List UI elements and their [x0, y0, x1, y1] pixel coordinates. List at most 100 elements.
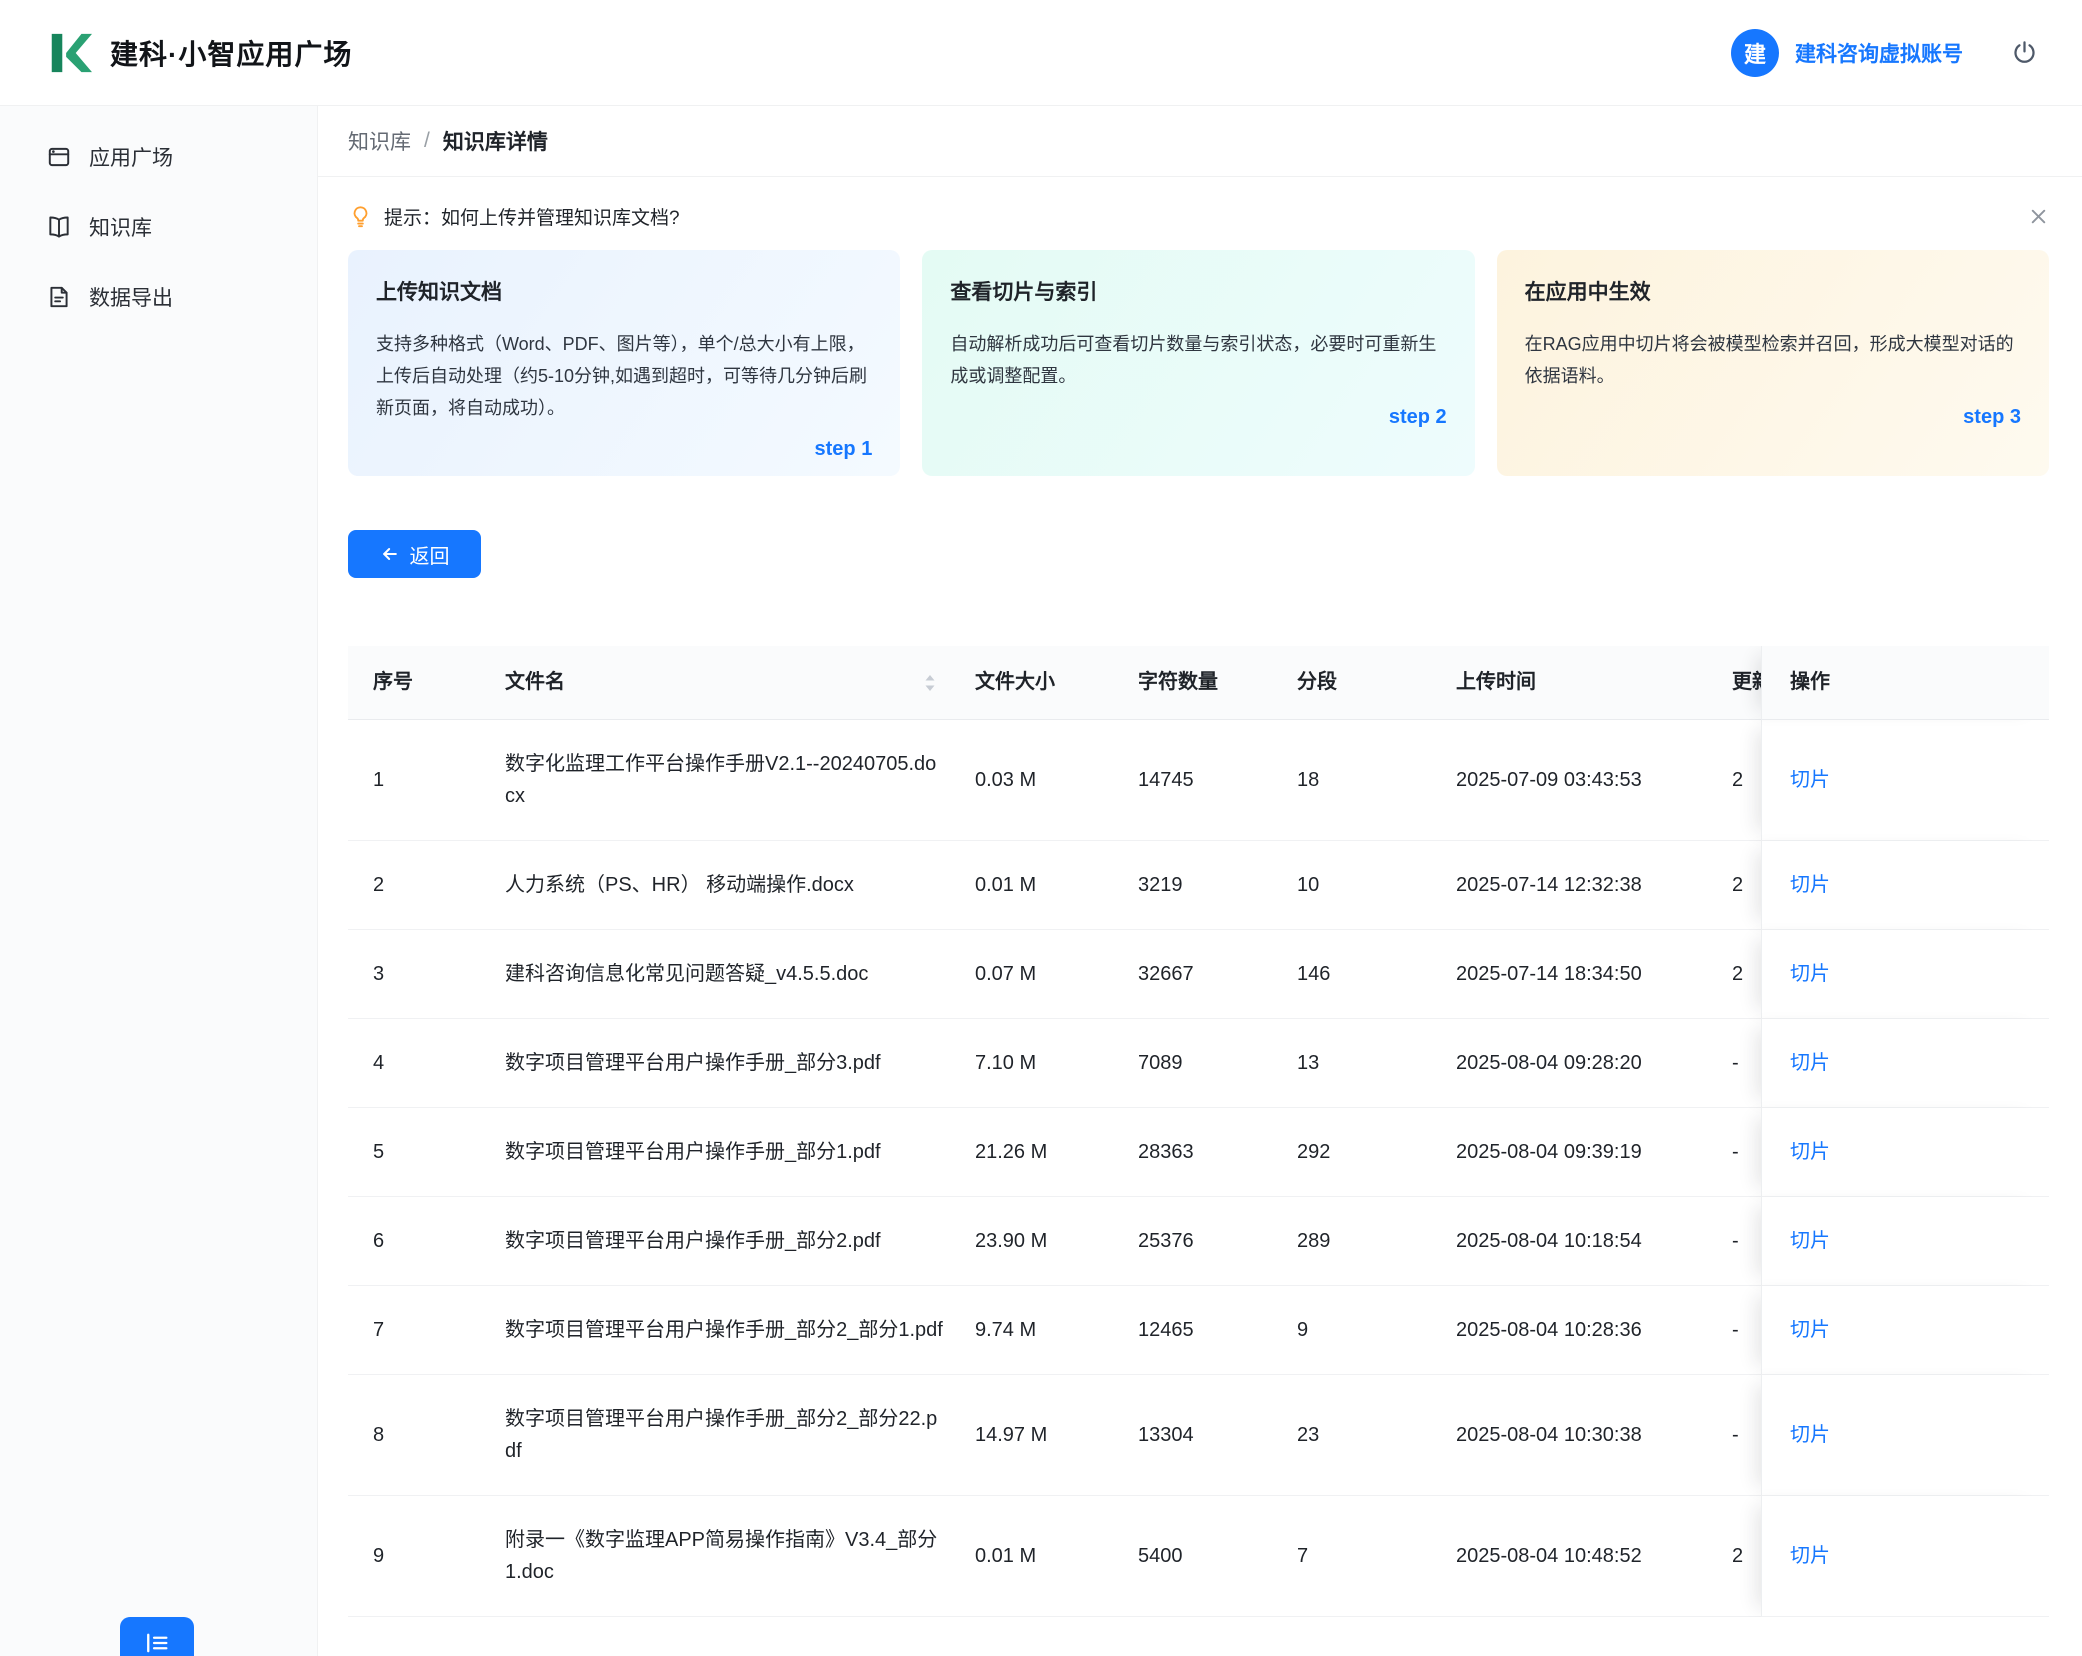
table-row: 4数字项目管理平台用户操作手册_部分3.pdf7.10 M7089132025-…	[348, 1019, 2049, 1108]
sidebar: 应用广场 知识库 数据导出	[0, 106, 318, 1656]
col-segments: 分段	[1281, 646, 1440, 720]
slice-link[interactable]: 切片	[1790, 1052, 1830, 1074]
cell-chars: 5400	[1122, 1496, 1281, 1617]
slice-link[interactable]: 切片	[1790, 1230, 1830, 1252]
cell-chars: 25376	[1122, 1197, 1281, 1286]
step-card-apply: 在应用中生效 在RAG应用中切片将会被模型检索并召回，形成大模型对话的依据语料。…	[1497, 250, 2049, 476]
cell-chars: 13304	[1122, 1375, 1281, 1496]
cell-name: 数字化监理工作平台操作手册V2.1--20240705.docx	[489, 720, 959, 841]
cell-action: 切片	[1761, 1108, 2049, 1197]
documents-table: 序号 文件名	[348, 646, 2049, 1617]
table-row: 8数字项目管理平台用户操作手册_部分2_部分22.pdf14.97 M13304…	[348, 1375, 2049, 1496]
cell-name: 附录一《数字监理APP简易操作指南》V3.4_部分1.doc	[489, 1496, 959, 1617]
sidebar-item-knowledge-base[interactable]: 知识库	[0, 192, 317, 262]
cell-segments: 18	[1281, 720, 1440, 841]
table-body: 1数字化监理工作平台操作手册V2.1--20240705.docx0.03 M1…	[348, 720, 2049, 1617]
sidebar-collapse-button[interactable]	[120, 1617, 194, 1656]
cell-name: 数字项目管理平台用户操作手册_部分2_部分22.pdf	[489, 1375, 959, 1496]
sidebar-item-label: 数据导出	[89, 282, 173, 312]
cell-name: 建科咨询信息化常见问题答疑_v4.5.5.doc	[489, 930, 959, 1019]
avatar[interactable]: 建	[1731, 29, 1779, 77]
step-card-upload: 上传知识文档 支持多种格式（Word、PDF、图片等），单个/总大小有上限，上传…	[348, 250, 900, 476]
col-charcount: 字符数量	[1122, 646, 1281, 720]
slice-link[interactable]: 切片	[1790, 1319, 1830, 1341]
sidebar-item-data-export[interactable]: 数据导出	[0, 262, 317, 332]
tip-banner: 提示：如何上传并管理知识库文档?	[348, 203, 2049, 230]
cell-index: 6	[348, 1197, 489, 1286]
account-name[interactable]: 建科咨询虚拟账号	[1795, 38, 1963, 68]
cell-action: 切片	[1761, 1286, 2049, 1375]
cell-index: 3	[348, 930, 489, 1019]
cell-name: 数字项目管理平台用户操作手册_部分3.pdf	[489, 1019, 959, 1108]
slice-link[interactable]: 切片	[1790, 874, 1830, 896]
cell-segments: 10	[1281, 841, 1440, 930]
slice-link[interactable]: 切片	[1790, 1141, 1830, 1163]
cell-index: 5	[348, 1108, 489, 1197]
table-row: 7数字项目管理平台用户操作手册_部分2_部分1.pdf9.74 M1246592…	[348, 1286, 2049, 1375]
cell-index: 9	[348, 1496, 489, 1617]
cell-uploaded: 2025-08-04 10:18:54	[1440, 1197, 1726, 1286]
back-button-label: 返回	[410, 540, 450, 569]
col-index: 序号	[348, 646, 489, 720]
topbar-right: 建 建科咨询虚拟账号	[1731, 29, 2038, 77]
cell-segments: 7	[1281, 1496, 1440, 1617]
cell-action: 切片	[1761, 1375, 2049, 1496]
cell-size: 7.10 M	[959, 1019, 1122, 1108]
card-body: 自动解析成功后可查看切片数量与索引状态，必要时可重新生成或调整配置。	[950, 328, 1446, 392]
breadcrumb-separator: /	[424, 129, 430, 153]
app-logo-icon	[46, 30, 92, 76]
table-row: 3建科咨询信息化常见问题答疑_v4.5.5.doc0.07 M326671462…	[348, 930, 2049, 1019]
slice-link[interactable]: 切片	[1790, 1545, 1830, 1567]
table-header-row: 序号 文件名	[348, 646, 2049, 720]
slice-link[interactable]: 切片	[1790, 1424, 1830, 1446]
cell-uploaded: 2025-08-04 10:30:38	[1440, 1375, 1726, 1496]
top-bar: 建科·小智应用广场 建 建科咨询虚拟账号	[0, 0, 2082, 106]
cell-uploaded: 2025-08-04 10:28:36	[1440, 1286, 1726, 1375]
card-body: 支持多种格式（Word、PDF、图片等），单个/总大小有上限，上传后自动处理（约…	[376, 328, 872, 424]
cell-name: 数字项目管理平台用户操作手册_部分2_部分1.pdf	[489, 1286, 959, 1375]
breadcrumb-parent[interactable]: 知识库	[348, 126, 411, 156]
card-title: 查看切片与索引	[950, 276, 1446, 306]
cell-name: 数字项目管理平台用户操作手册_部分2.pdf	[489, 1197, 959, 1286]
step-badge: step 2	[1389, 406, 1447, 429]
cell-chars: 28363	[1122, 1108, 1281, 1197]
cell-segments: 9	[1281, 1286, 1440, 1375]
card-title: 上传知识文档	[376, 276, 872, 306]
cell-segments: 292	[1281, 1108, 1440, 1197]
slice-link[interactable]: 切片	[1790, 963, 1830, 985]
slice-link[interactable]: 切片	[1790, 769, 1830, 791]
cell-uploaded: 2025-07-14 12:32:38	[1440, 841, 1726, 930]
step-card-slices: 查看切片与索引 自动解析成功后可查看切片数量与索引状态，必要时可重新生成或调整配…	[922, 250, 1474, 476]
cell-size: 14.97 M	[959, 1375, 1122, 1496]
step-badge: step 3	[1963, 406, 2021, 429]
table-row: 6数字项目管理平台用户操作手册_部分2.pdf23.90 M2537628920…	[348, 1197, 2049, 1286]
col-action: 操作	[1761, 646, 2049, 720]
export-document-icon	[46, 284, 72, 310]
cell-index: 8	[348, 1375, 489, 1496]
cell-size: 0.01 M	[959, 841, 1122, 930]
cell-action: 切片	[1761, 720, 2049, 841]
col-filename-label: 文件名	[505, 666, 565, 699]
breadcrumb: 知识库 / 知识库详情	[318, 106, 2082, 177]
sort-icon[interactable]	[923, 673, 937, 693]
cell-index: 2	[348, 841, 489, 930]
cell-uploaded: 2025-08-04 09:28:20	[1440, 1019, 1726, 1108]
back-button[interactable]: 返回	[348, 530, 481, 578]
card-title: 在应用中生效	[1525, 276, 2021, 306]
cell-uploaded: 2025-07-14 18:34:50	[1440, 930, 1726, 1019]
sidebar-item-app-plaza[interactable]: 应用广场	[0, 122, 317, 192]
cell-size: 0.07 M	[959, 930, 1122, 1019]
cell-chars: 14745	[1122, 720, 1281, 841]
sidebar-item-label: 应用广场	[89, 142, 173, 172]
cell-uploaded: 2025-07-09 03:43:53	[1440, 720, 1726, 841]
cell-action: 切片	[1761, 1197, 2049, 1286]
tip-text: 提示：如何上传并管理知识库文档?	[384, 203, 680, 230]
card-body: 在RAG应用中切片将会被模型检索并召回，形成大模型对话的依据语料。	[1525, 328, 2021, 392]
logout-icon[interactable]	[2011, 39, 2038, 66]
cell-size: 0.03 M	[959, 720, 1122, 841]
cell-size: 0.01 M	[959, 1496, 1122, 1617]
cell-segments: 23	[1281, 1375, 1440, 1496]
cell-action: 切片	[1761, 1019, 2049, 1108]
cell-size: 23.90 M	[959, 1197, 1122, 1286]
close-icon[interactable]	[2028, 206, 2049, 227]
